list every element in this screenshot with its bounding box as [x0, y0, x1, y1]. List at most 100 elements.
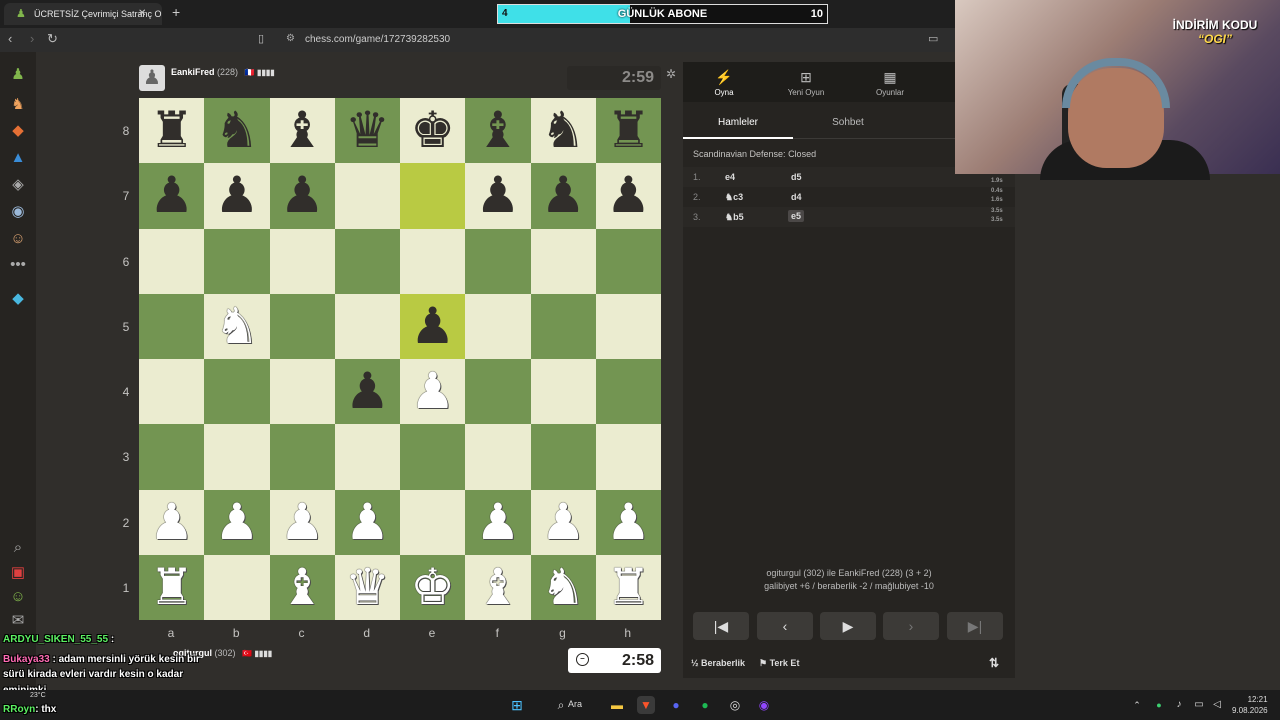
- white-bishop-f1[interactable]: ♝: [465, 555, 530, 620]
- square-d6[interactable]: [334, 228, 400, 294]
- url-field[interactable]: chess.com/game/172739282530: [305, 34, 450, 45]
- square-e3[interactable]: [400, 424, 466, 490]
- file-explorer-icon[interactable]: ▬: [608, 696, 626, 714]
- white-queen-d1[interactable]: ♛: [335, 555, 400, 620]
- square-d7[interactable]: [334, 163, 400, 229]
- white-pawn-f2[interactable]: ♟: [465, 490, 530, 555]
- square-a6[interactable]: [139, 228, 205, 294]
- black-pawn-h7[interactable]: ♟: [596, 163, 661, 228]
- white-pawn-d2[interactable]: ♟: [335, 490, 400, 555]
- black-move[interactable]: d4: [791, 192, 802, 202]
- previous-move-button[interactable]: ‹: [757, 612, 813, 640]
- obs-icon[interactable]: ◎: [726, 696, 744, 714]
- white-move[interactable]: ♞b5: [725, 212, 744, 223]
- square-f3[interactable]: [465, 424, 531, 490]
- black-pawn-e5[interactable]: ♟: [400, 294, 465, 359]
- square-g6[interactable]: [530, 228, 596, 294]
- black-queen-d8[interactable]: ♛: [335, 98, 400, 163]
- square-d3[interactable]: [334, 424, 400, 490]
- square-e7[interactable]: [400, 163, 466, 229]
- news-icon[interactable]: ◉: [9, 203, 27, 221]
- browser-tab[interactable]: ♟ ÜCRETSİZ Çevrimiçi Satranç O ✕: [4, 3, 162, 25]
- black-knight-b8[interactable]: ♞: [204, 98, 269, 163]
- spotify-icon[interactable]: ●: [696, 696, 714, 714]
- top-player-name[interactable]: EankiFred: [171, 67, 215, 77]
- site-info-icon[interactable]: ⚙: [286, 33, 295, 44]
- square-g3[interactable]: [530, 424, 596, 490]
- square-f5[interactable]: [465, 293, 531, 359]
- next-move-button[interactable]: ›: [883, 612, 939, 640]
- cast-icon[interactable]: ▭: [928, 32, 938, 45]
- white-pawn-c2[interactable]: ♟: [270, 490, 335, 555]
- black-pawn-d4[interactable]: ♟: [335, 359, 400, 424]
- black-knight-g8[interactable]: ♞: [531, 98, 596, 163]
- tab-moves[interactable]: Hamleler: [683, 117, 793, 128]
- chess-logo-icon[interactable]: ♟: [9, 66, 27, 84]
- new-tab-icon[interactable]: +: [172, 4, 180, 20]
- square-b3[interactable]: [204, 424, 270, 490]
- square-e2[interactable]: [400, 489, 466, 555]
- messages-icon[interactable]: ✉: [9, 612, 27, 630]
- windows-start-icon[interactable]: ⊞: [508, 696, 526, 714]
- microphone-icon[interactable]: ♪: [1170, 696, 1188, 714]
- more-icon[interactable]: •••: [9, 256, 27, 274]
- black-rook-h8[interactable]: ♜: [596, 98, 661, 163]
- square-d5[interactable]: [334, 293, 400, 359]
- black-bishop-f8[interactable]: ♝: [465, 98, 530, 163]
- puzzles-icon[interactable]: ◆: [9, 122, 27, 140]
- friends-icon[interactable]: ☺: [9, 588, 27, 606]
- volume-icon[interactable]: ◁: [1208, 696, 1226, 714]
- square-h3[interactable]: [595, 424, 661, 490]
- tab-new-game[interactable]: ⊞ Yeni Oyun: [765, 68, 847, 97]
- tray-chevron-icon[interactable]: ⌃: [1128, 696, 1146, 714]
- first-move-button[interactable]: |◀: [693, 612, 749, 640]
- black-pawn-g7[interactable]: ♟: [531, 163, 596, 228]
- square-g4[interactable]: [530, 359, 596, 425]
- square-f4[interactable]: [465, 359, 531, 425]
- square-b1[interactable]: [204, 554, 270, 620]
- square-c5[interactable]: [269, 293, 335, 359]
- white-king-e1[interactable]: ♚: [400, 555, 465, 620]
- white-rook-h1[interactable]: ♜: [596, 555, 661, 620]
- forward-icon[interactable]: ›: [30, 31, 34, 46]
- tab-play[interactable]: ⚡ Oyna: [683, 68, 765, 97]
- white-move[interactable]: ♞c3: [725, 192, 743, 203]
- search-icon[interactable]: ⌕: [9, 539, 27, 557]
- twitch-icon[interactable]: ◉: [755, 696, 773, 714]
- square-g5[interactable]: [530, 293, 596, 359]
- white-pawn-e4[interactable]: ♟: [400, 359, 465, 424]
- white-pawn-b2[interactable]: ♟: [204, 490, 269, 555]
- taskbar-clock[interactable]: 12:21 9.08.2026: [1232, 694, 1268, 716]
- flip-board-icon[interactable]: ⇅: [989, 656, 999, 670]
- black-pawn-a7[interactable]: ♟: [139, 163, 204, 228]
- black-king-e8[interactable]: ♚: [400, 98, 465, 163]
- square-h6[interactable]: [595, 228, 661, 294]
- learn-icon[interactable]: ▲: [9, 149, 27, 167]
- chess-board[interactable]: ♜ ♞ ♝ ♛ ♚ ♝ ♞ ♜ ♟ ♟ ♟ ♟ ♟ ♟ ♞ ♟ ♟ ♟ ♟ ♟ ♟ ♟ ♟ ♟ ♟ ♜ ♝ ♛ ♚ ♝ ♞ ♜: [139, 98, 661, 620]
- square-a4[interactable]: [139, 359, 205, 425]
- avatar[interactable]: ♟: [139, 65, 165, 91]
- square-a3[interactable]: [139, 424, 205, 490]
- social-icon[interactable]: ☺: [9, 230, 27, 248]
- square-e6[interactable]: [400, 228, 466, 294]
- close-tab-icon[interactable]: ✕: [138, 3, 146, 25]
- back-icon[interactable]: ‹: [8, 31, 12, 46]
- square-a5[interactable]: [139, 293, 205, 359]
- status-dot-icon[interactable]: ●: [1150, 696, 1168, 714]
- bookmark-icon[interactable]: ▯: [258, 32, 264, 45]
- brave-browser-icon[interactable]: ▼: [637, 696, 655, 714]
- discord-icon[interactable]: ●: [667, 696, 685, 714]
- square-b4[interactable]: [204, 359, 270, 425]
- white-knight-g1[interactable]: ♞: [531, 555, 596, 620]
- black-rook-a8[interactable]: ♜: [139, 98, 204, 163]
- square-c6[interactable]: [269, 228, 335, 294]
- display-icon[interactable]: ▭: [1190, 696, 1208, 714]
- black-bishop-c8[interactable]: ♝: [270, 98, 335, 163]
- taskbar-search-label[interactable]: Ara: [568, 699, 582, 709]
- draw-button[interactable]: ½ Beraberlik: [691, 658, 745, 668]
- square-c3[interactable]: [269, 424, 335, 490]
- white-move[interactable]: e4: [725, 172, 735, 182]
- tab-chat[interactable]: Sohbet: [793, 117, 903, 128]
- black-move-selected[interactable]: e5: [788, 210, 805, 222]
- black-move[interactable]: d5: [791, 172, 802, 182]
